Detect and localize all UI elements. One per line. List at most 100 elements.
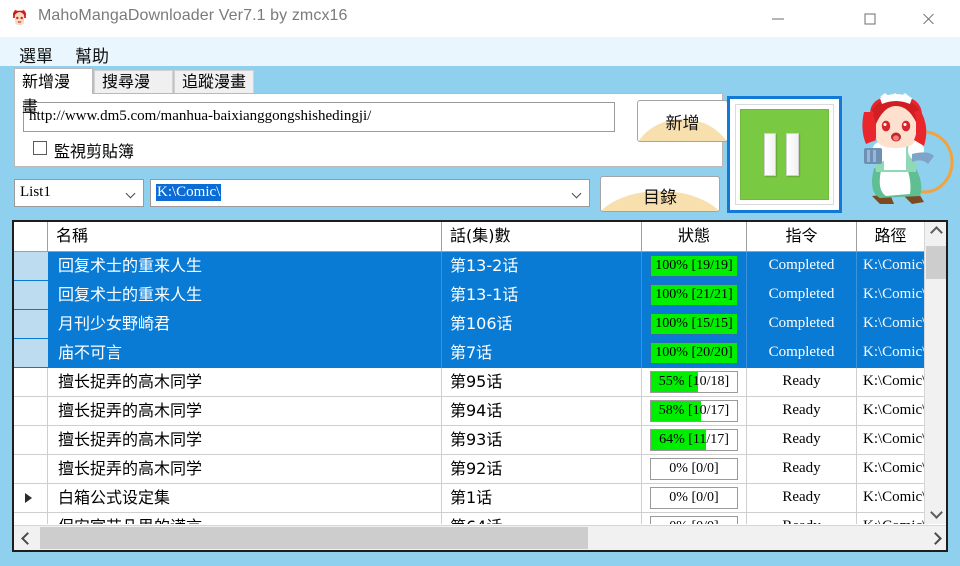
progress-bar: 100% [19/19] — [650, 255, 738, 277]
pause-button[interactable] — [727, 96, 842, 213]
cell-chapter: 第1话 — [442, 484, 642, 513]
scroll-up-button[interactable] — [925, 222, 946, 244]
directory-button-label: 目錄 — [643, 188, 677, 208]
cell-name: 擅长捉弄的高木同学 — [48, 368, 442, 397]
cell-chapter: 第95话 — [442, 368, 642, 397]
table-row[interactable]: 擅长捉弄的高木同学 第92话 0% [0/0] Ready K:\Comic\ — [14, 455, 946, 484]
cell-status: 100% [19/19] — [642, 252, 747, 281]
chevron-down-icon — [573, 190, 581, 198]
cell-command: Completed — [747, 252, 857, 281]
row-header[interactable] — [14, 310, 48, 338]
progress-bar-label: 100% [19/19] — [655, 258, 733, 273]
grid-header-corner — [14, 222, 48, 251]
grid-header: 名稱 話(集)數 狀態 指令 路徑 — [14, 222, 946, 252]
url-input[interactable]: http://www.dm5.com/manhua-baixianggongsh… — [23, 102, 615, 132]
progress-bar-label: 100% [15/15] — [655, 316, 733, 331]
cell-name: 保安官艾凡思的谎言 — [48, 513, 442, 524]
row-header[interactable] — [14, 484, 48, 512]
row-header[interactable] — [14, 426, 48, 454]
table-row[interactable]: 白箱公式设定集 第1话 0% [0/0] Ready K:\Comic\ — [14, 484, 946, 513]
scroll-down-button[interactable] — [925, 502, 946, 524]
cell-name: 擅长捉弄的高木同学 — [48, 426, 442, 455]
table-row[interactable]: 庙不可言 第7话 100% [20/20] Completed K:\Comic\ — [14, 339, 946, 368]
cell-name: 擅长捉弄的高木同学 — [48, 455, 442, 484]
tab-add-manga[interactable]: 新增漫畫 — [14, 68, 93, 116]
cell-chapter: 第92话 — [442, 455, 642, 484]
cell-path: K:\Comic\ — [863, 373, 925, 389]
cell-command: Ready — [747, 513, 857, 524]
cell-command: Completed — [747, 281, 857, 310]
row-header[interactable] — [14, 397, 48, 425]
progress-bar: 55% [10/18] — [650, 371, 738, 393]
column-header-chapter[interactable]: 話(集)數 — [442, 222, 642, 251]
vertical-scroll-thumb[interactable] — [926, 246, 946, 279]
cell-status: 55% [10/18] — [642, 368, 747, 397]
table-row[interactable]: 保安官艾凡思的谎言第64话 0% [0/0] ReadyK:\Comic\ — [14, 513, 946, 524]
row-header[interactable] — [14, 513, 48, 524]
progress-bar: 0% [0/0] — [650, 458, 738, 480]
window-title: MahoMangaDownloader Ver7.1 by zmcx16 — [38, 7, 348, 24]
column-header-name[interactable]: 名稱 — [48, 222, 442, 251]
cell-path: K:\Comic\ — [863, 460, 925, 476]
progress-bar-label: 100% [21/21] — [655, 287, 733, 302]
table-row[interactable]: 擅长捉弄的高木同学 第95话 55% [10/18] Ready K:\Comic\ — [14, 368, 946, 397]
cell-path: K:\Comic\ — [857, 513, 925, 524]
vertical-scrollbar[interactable] — [924, 222, 946, 524]
add-button-label: 新增 — [665, 114, 700, 134]
column-header-path[interactable]: 路徑 — [857, 222, 925, 251]
menu-item-options[interactable]: 選單 — [14, 41, 58, 68]
table-row[interactable]: 月刊少女野崎君 第106话 100% [15/15] Completed K:\Comi… — [14, 310, 946, 339]
app-mascot-icon — [9, 7, 30, 28]
progress-bar: 64% [11/17] — [650, 429, 738, 451]
cell-status: 100% [20/20] — [642, 339, 747, 368]
tab-search-manga[interactable]: 搜尋漫畫 — [94, 70, 173, 113]
cell-chapter: 第64话 — [442, 513, 642, 524]
cell-chapter: 第106话 — [442, 310, 642, 339]
cell-path: K:\Comic\ — [863, 431, 925, 447]
cell-command: Ready — [747, 397, 857, 426]
column-header-status[interactable]: 狀態 — [642, 222, 747, 251]
table-row[interactable]: 擅长捉弄的高木同学 第94话 58% [10/17] Ready K:\Comic\ — [14, 397, 946, 426]
table-row[interactable]: 回复术士的重来人生 第13-2话 100% [19/19] Completed K:\C… — [14, 252, 946, 281]
path-select-value: K:\Comic\ — [156, 184, 222, 201]
menu-item-help[interactable]: 幫助 — [70, 41, 114, 68]
clipboard-monitor-label: 監視剪貼簿 — [54, 142, 135, 161]
column-header-command[interactable]: 指令 — [747, 222, 857, 251]
mascot-character — [850, 92, 954, 212]
progress-bar: 0% [0/0] — [650, 487, 738, 509]
cell-status: 100% [15/15] — [642, 310, 747, 339]
add-button[interactable]: 新增 — [637, 100, 728, 142]
title-bar: MahoMangaDownloader Ver7.1 by zmcx16 — [0, 0, 960, 37]
cell-path: K:\Comic\ — [863, 286, 925, 302]
path-select[interactable]: K:\Comic\ — [150, 179, 590, 207]
horizontal-scroll-thumb[interactable] — [40, 527, 588, 549]
scroll-left-button[interactable] — [14, 526, 38, 550]
tab-track-manga[interactable]: 追蹤漫畫 — [174, 70, 254, 94]
directory-button[interactable]: 目錄 — [600, 176, 720, 212]
close-button[interactable] — [905, 0, 951, 37]
cell-path: K:\Comic\ — [863, 489, 925, 505]
minimize-button[interactable] — [755, 0, 801, 37]
pause-bar-left — [764, 132, 777, 177]
horizontal-scrollbar[interactable] — [14, 525, 946, 550]
scroll-right-button[interactable] — [922, 526, 946, 550]
progress-bar: 0% [0/0] — [650, 516, 738, 524]
row-header[interactable] — [14, 368, 48, 396]
maximize-button[interactable] — [847, 0, 893, 37]
cell-name: 庙不可言 — [48, 339, 442, 368]
progress-bar-label: 58% [10/17] — [658, 403, 730, 418]
cell-name: 白箱公式设定集 — [48, 484, 442, 513]
cell-chapter: 第7话 — [442, 339, 642, 368]
row-header[interactable] — [14, 339, 48, 367]
row-header[interactable] — [14, 455, 48, 483]
checkbox-box-icon — [33, 141, 47, 155]
cell-status: 0% [0/0] — [642, 513, 747, 524]
list-select[interactable]: List1 — [14, 179, 144, 207]
row-header[interactable] — [14, 281, 48, 309]
table-row[interactable]: 回复术士的重来人生 第13-1话 100% [21/21] Completed K:\C… — [14, 281, 946, 310]
table-row[interactable]: 擅长捉弄的高木同学 第93话 64% [11/17] Ready K:\Comic\ — [14, 426, 946, 455]
pause-button-frame — [735, 104, 834, 205]
progress-bar: 100% [15/15] — [650, 313, 738, 335]
progress-bar-label: 0% [0/0] — [669, 490, 719, 505]
row-header[interactable] — [14, 252, 48, 280]
